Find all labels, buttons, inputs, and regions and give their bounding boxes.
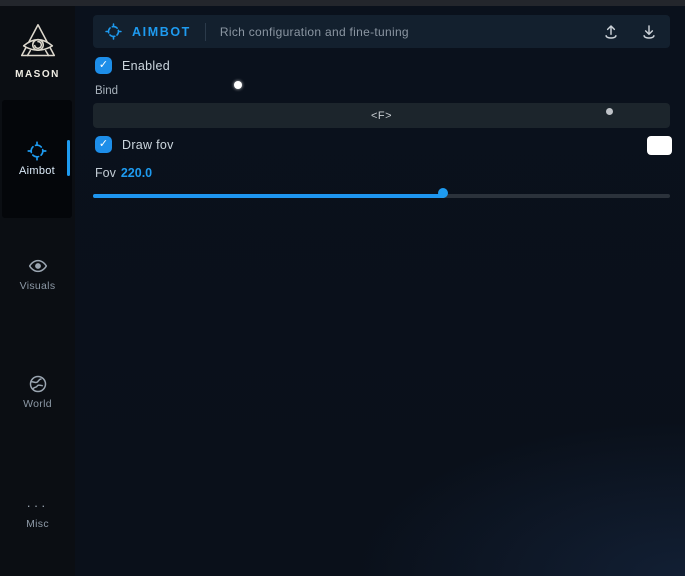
mason-eye-pyramid-icon [0,20,75,66]
draw-fov-checkbox[interactable]: ✓ [95,136,112,153]
header-divider [205,23,206,41]
bind-label: Bind [95,85,118,97]
logo-label: MASON [0,69,75,80]
bind-field-dot [606,108,613,115]
main-panel: AIMBOT Rich configuration and fine-tunin… [75,6,685,576]
sidebar-item-visuals[interactable]: Visuals [0,256,75,292]
sidebar-item-aimbot[interactable]: Aimbot [2,100,72,218]
mouse-cursor-dot [234,81,242,89]
bind-value: <F> [371,110,392,122]
sidebar: MASON Aimbot Visuals [0,6,75,576]
checkmark-icon: ✓ [99,139,108,150]
sidebar-item-label: World [0,398,75,410]
mason-logo: MASON [0,20,75,80]
page-header: AIMBOT Rich configuration and fine-tunin… [93,15,670,48]
draw-fov-row: ✓ Draw fov [95,136,174,153]
enabled-row: ✓ Enabled [95,57,170,74]
active-tab-indicator [67,140,70,176]
upload-icon[interactable] [602,23,620,41]
globe-icon [28,374,48,394]
mason-menu-window: MASON Aimbot Visuals [0,0,685,576]
sidebar-item-label: Misc [0,518,75,530]
ellipsis-icon: ··· [0,496,75,516]
fov-slider-fill [93,194,445,198]
sidebar-item-label: Visuals [0,280,75,292]
sidebar-item-misc[interactable]: ··· Misc [0,496,75,530]
bind-input[interactable]: <F> [93,103,670,128]
sidebar-item-world[interactable]: World [0,374,75,410]
download-icon[interactable] [640,23,658,41]
crosshair-icon [105,23,122,40]
fov-color-swatch[interactable] [647,136,672,155]
eye-icon [28,256,48,276]
enabled-label: Enabled [122,59,170,73]
checkmark-icon: ✓ [99,60,108,71]
fov-slider-handle[interactable] [438,188,448,198]
fov-value: 220.0 [121,166,152,180]
page-title: AIMBOT [132,25,191,39]
fov-label-row: Fov 220.0 [95,166,152,180]
enabled-checkbox[interactable]: ✓ [95,57,112,74]
draw-fov-label: Draw fov [122,138,174,152]
crosshair-icon [27,141,47,161]
fov-slider[interactable] [93,188,670,203]
sidebar-item-label: Aimbot [19,165,55,177]
fov-label: Fov [95,166,116,180]
page-subtitle: Rich configuration and fine-tuning [220,25,409,39]
